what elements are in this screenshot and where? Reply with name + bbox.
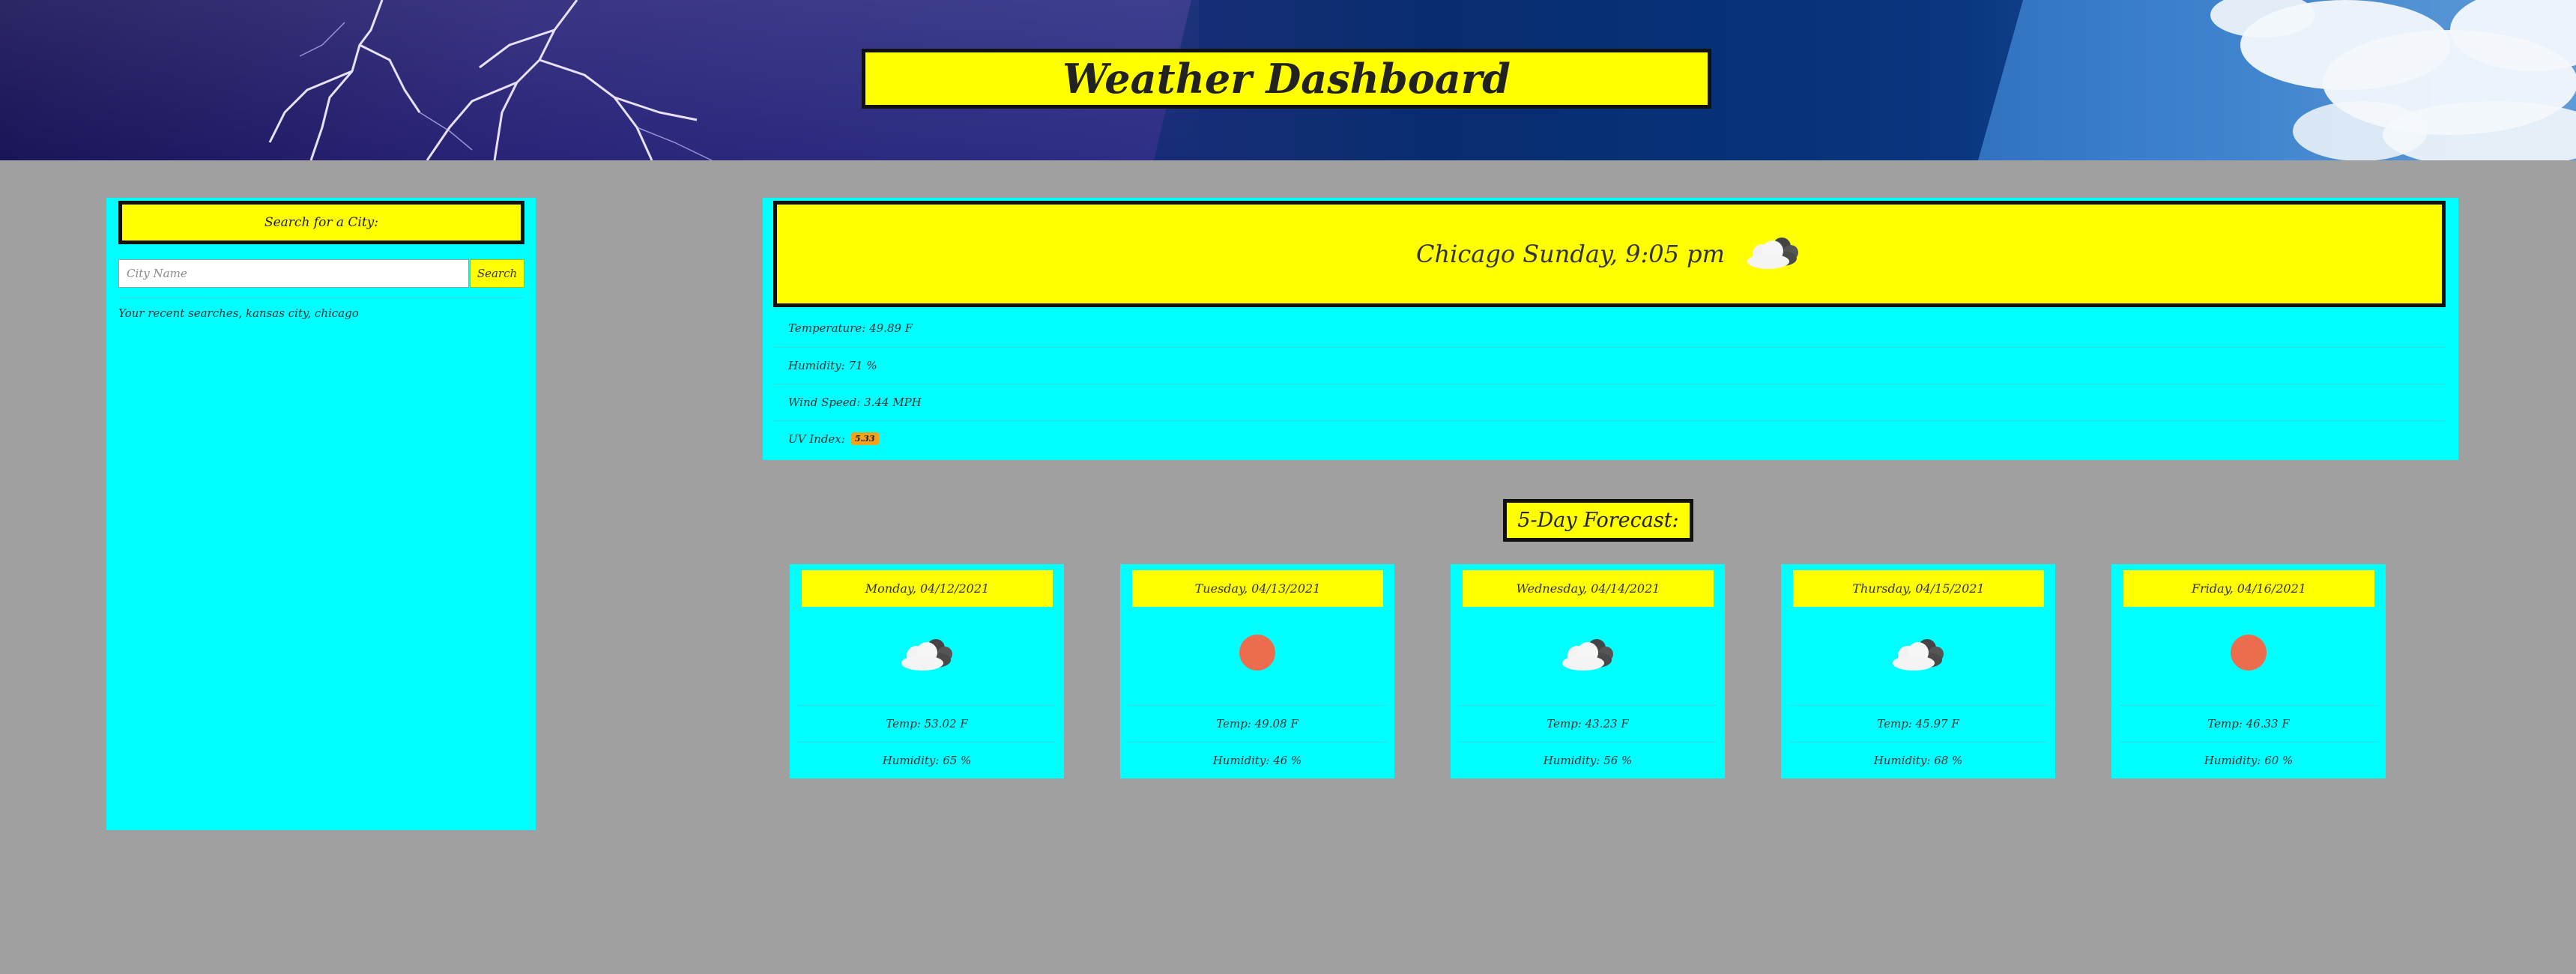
forecast-date: Wednesday, 04/14/2021	[1463, 570, 1714, 607]
recent-searches: Your recent searches, kansas city, chica…	[118, 306, 359, 320]
clouds-icon	[790, 609, 1064, 696]
forecast-card: Tuesday, 04/13/2021 Temp: 49.08 F Humidi…	[1120, 564, 1394, 778]
forecast-temp: Temp: 46.33 F	[2119, 705, 2378, 741]
temperature-row: Temperature: 49.89 F	[788, 321, 913, 335]
forecast-temp: Temp: 43.23 F	[1458, 705, 1717, 741]
city-search-input[interactable]	[118, 259, 469, 288]
forecast-humidity: Humidity: 65 %	[797, 742, 1056, 778]
wind-speed-row: Wind Speed: 3.44 MPH	[773, 384, 2446, 420]
sun-icon	[1120, 609, 1394, 696]
humidity-row: Humidity: 71 %	[773, 347, 2446, 383]
forecast-date: Tuesday, 04/13/2021	[1132, 570, 1383, 607]
forecast-humidity: Humidity: 56 %	[1458, 742, 1717, 778]
forecast-card: Wednesday, 04/14/2021 Temp: 43.23 F Humi…	[1451, 564, 1725, 778]
clouds-icon	[1451, 609, 1725, 696]
forecast-title: 5-Day Forecast:	[1503, 499, 1693, 542]
uv-index-badge: 5.33	[850, 432, 879, 445]
forecast-card: Thursday, 04/15/2021 Temp: 45.97 F Humid…	[1781, 564, 2055, 778]
forecast-card: Friday, 04/16/2021 Temp: 46.33 F Humidit…	[2111, 564, 2386, 778]
forecast-humidity: Humidity: 60 %	[2119, 742, 2378, 778]
header-banner: Weather Dashboard	[0, 0, 2576, 160]
forecast-humidity: Humidity: 46 %	[1128, 742, 1387, 778]
forecast-temp: Temp: 45.97 F	[1789, 705, 2048, 741]
forecast-humidity: Humidity: 68 %	[1789, 742, 2048, 778]
forecast-temp: Temp: 49.08 F	[1128, 705, 1387, 741]
uv-index-row: UV Index: 5.33	[773, 420, 2446, 456]
forecast-card: Monday, 04/12/2021 Temp: 53.02 F Humidit…	[790, 564, 1064, 778]
search-button[interactable]: Search	[470, 259, 524, 288]
divider	[118, 297, 524, 298]
sun-icon	[2111, 609, 2386, 696]
current-weather-header: Chicago Sunday, 9:05 pm	[773, 201, 2446, 307]
forecast-date: Thursday, 04/15/2021	[1793, 570, 2044, 607]
forecast-temp: Temp: 53.02 F	[797, 705, 1056, 741]
forecast-date: Monday, 04/12/2021	[802, 570, 1053, 607]
current-weather-panel: Chicago Sunday, 9:05 pm Temperature: 49.…	[763, 198, 2458, 460]
search-heading: Search for a City:	[118, 201, 524, 244]
clouds-icon	[1781, 609, 2055, 696]
current-city-datetime: Chicago Sunday, 9:05 pm	[1416, 240, 1725, 268]
uv-index-label: UV Index:	[788, 432, 845, 446]
search-sidebar: Search for a City: Search Your recent se…	[106, 198, 536, 830]
clouds-icon	[1743, 230, 1803, 278]
forecast-date: Friday, 04/16/2021	[2123, 570, 2374, 607]
page-title: Weather Dashboard	[862, 49, 1711, 109]
